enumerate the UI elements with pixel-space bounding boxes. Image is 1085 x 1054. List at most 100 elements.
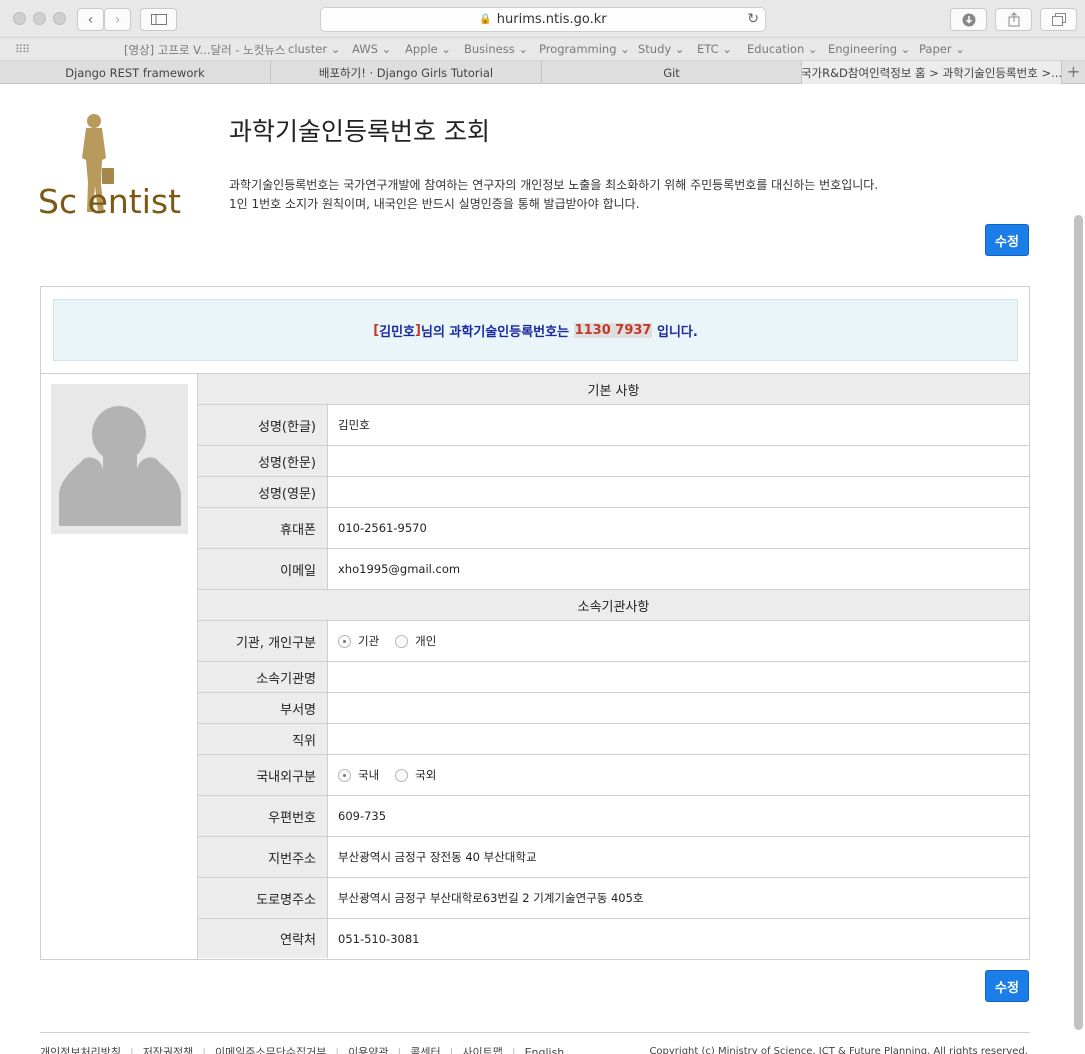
bookmark-folder-etc[interactable]: ETC ⌄ — [697, 42, 732, 56]
radio-label: 국외 — [415, 768, 437, 782]
page-title: 과학기술인등록번호 조회 — [229, 117, 490, 146]
registration-number: 1130 7937 — [573, 322, 653, 338]
row-phone: 휴대폰 010-2561-9570 — [198, 507, 1029, 548]
notice-end-text: 입니다. — [652, 324, 698, 340]
field-label: 휴대폰 — [198, 508, 328, 548]
row-dept: 부서명 — [198, 692, 1029, 723]
tab-bar: Django REST framework 배포하기! · Django Gir… — [0, 61, 1085, 84]
row-name-en: 성명(영문) — [198, 476, 1029, 507]
field-label: 성명(한글) — [198, 405, 328, 445]
minimize-window-button[interactable] — [33, 12, 46, 25]
dept-value — [328, 693, 1029, 723]
footer-link-callcenter[interactable]: 콜센터 — [410, 1046, 440, 1054]
share-button[interactable] — [995, 8, 1032, 31]
photo-column — [41, 373, 198, 960]
tab-ntis-active[interactable]: 국가R&D참여인력정보 홈 > 과학기술인등록번호 >... — [802, 61, 1062, 84]
bookmark-folder-apple[interactable]: Apple ⌄ — [405, 42, 451, 56]
bookmark-item[interactable]: [영상] 고프로 V...달러 - 노컷뉴스 — [124, 42, 285, 58]
page-description: 과학기술인등록번호는 국가연구개발에 참여하는 연구자의 개인정보 노출을 최소… — [229, 176, 878, 214]
close-window-button[interactable] — [13, 12, 26, 25]
domestic-radio-group: 국내 국외 — [328, 755, 1029, 795]
footer-separator: | — [511, 1046, 516, 1054]
footer-link-terms[interactable]: 이용약관 — [348, 1046, 388, 1054]
footer-link-privacy[interactable]: 개인정보처리방침 — [40, 1046, 121, 1054]
name-cn-value — [328, 446, 1029, 476]
bookmarks-grid-icon[interactable]: ⠿⠿ — [15, 43, 30, 56]
bookmark-folder-business[interactable]: Business ⌄ — [464, 42, 528, 56]
footer-separator: | — [335, 1046, 340, 1054]
row-name-kr: 성명(한글) 김민호 — [198, 404, 1029, 445]
url-text: hurims.ntis.go.kr — [496, 12, 607, 27]
org-name-value — [328, 662, 1029, 692]
field-label: 성명(한문) — [198, 446, 328, 476]
section-affiliation-header: 소속기관사항 — [198, 589, 1029, 620]
address-bar[interactable]: 🔒 hurims.ntis.go.kr ↻ — [320, 7, 766, 32]
row-email: 이메일 xho1995@gmail.com — [198, 548, 1029, 589]
footer-link-copyright[interactable]: 저작권정책 — [143, 1046, 194, 1054]
radio-domestic[interactable] — [338, 768, 351, 782]
field-label: 연락처 — [198, 919, 328, 958]
zoom-window-button[interactable] — [53, 12, 66, 25]
row-org-name: 소속기관명 — [198, 661, 1029, 692]
row-road-address: 도로명주소 부산광역시 금정구 부산대학로63번길 2 기계기술연구동 405호 — [198, 877, 1029, 918]
sidebar-icon — [150, 14, 167, 25]
tab-django-girls[interactable]: 배포하기! · Django Girls Tutorial — [271, 61, 542, 84]
bookmark-folder-engineering[interactable]: Engineering ⌄ — [828, 42, 910, 56]
bookmark-folder-aws[interactable]: AWS ⌄ — [352, 42, 391, 56]
field-label: 직위 — [198, 724, 328, 754]
name-kr-value: 김민호 — [338, 418, 370, 432]
user-name: 김민호 — [379, 324, 416, 340]
road-address-value: 부산광역시 금정구 부산대학로63번길 2 기계기술연구동 405호 — [338, 891, 644, 905]
footer-link-email-refusal[interactable]: 이메일주소무단수집거부 — [215, 1046, 326, 1054]
field-label: 부서명 — [198, 693, 328, 723]
section-title: 소속기관사항 — [577, 599, 650, 615]
new-tab-button[interactable]: + — [1062, 61, 1085, 84]
footer-separator: | — [202, 1046, 207, 1054]
radio-org-type-individual[interactable] — [395, 634, 409, 648]
copyright-text: Copyright (c) Ministry of Science, ICT &… — [649, 1046, 1028, 1054]
field-label: 지번주소 — [198, 837, 328, 877]
name-en-value — [328, 477, 1029, 507]
bookmark-folder-cluster[interactable]: cluster ⌄ — [288, 42, 340, 56]
scientist-logo: Sc entist — [38, 112, 198, 222]
edit-button-top[interactable]: 수정 — [985, 224, 1029, 256]
footer-divider — [40, 1032, 1030, 1033]
tab-git[interactable]: Git — [542, 61, 802, 84]
tab-overview-button[interactable] — [1040, 8, 1077, 31]
lock-icon: 🔒 — [479, 14, 492, 25]
bookmark-folder-education[interactable]: Education ⌄ — [747, 42, 818, 56]
reload-icon[interactable]: ↻ — [747, 11, 759, 27]
contact-value: 051-510-3081 — [338, 931, 420, 946]
row-domestic: 국내외구분 국내 국외 — [198, 754, 1029, 795]
tab-django-rest[interactable]: Django REST framework — [0, 61, 271, 84]
field-label: 국내외구분 — [198, 755, 328, 795]
info-table: 기본 사항 성명(한글) 김민호 성명(한문) 성명(영문) 휴대폰 010-2… — [198, 373, 1029, 958]
radio-label: 기관 — [358, 634, 380, 648]
radio-label: 개인 — [415, 634, 437, 648]
footer-link-sitemap[interactable]: 사이트맵 — [462, 1046, 502, 1054]
radio-overseas[interactable] — [395, 768, 409, 782]
bookmarks-bar: ⠿⠿ [영상] 고프로 V...달러 - 노컷뉴스 cluster ⌄ AWS … — [0, 38, 1085, 61]
forward-button[interactable]: › — [104, 8, 131, 31]
edit-button-bottom[interactable]: 수정 — [985, 970, 1029, 1002]
bookmark-folder-programming[interactable]: Programming ⌄ — [539, 42, 630, 56]
footer-links: 개인정보처리방침 | 저작권정책 | 이메일주소무단수집거부 | 이용약관 | 콜센터 | 사이트맵… — [40, 1044, 564, 1054]
footer-link-english[interactable]: English — [525, 1046, 565, 1054]
profile-photo — [51, 384, 188, 534]
logo-text: Sc entist — [38, 182, 182, 221]
tab-label: Django REST framework — [65, 65, 205, 80]
back-button[interactable]: ‹ — [77, 8, 104, 31]
bookmark-folder-study[interactable]: Study ⌄ — [638, 42, 685, 56]
row-position: 직위 — [198, 723, 1029, 754]
tab-label: Git — [663, 65, 680, 80]
registration-panel: [김민호] 님의 과학기술인등록번호는 1130 7937 입니다. 기본 사항 … — [40, 286, 1030, 960]
radio-label: 국내 — [358, 768, 380, 782]
bookmark-folder-paper[interactable]: Paper ⌄ — [919, 42, 965, 56]
radio-org-type-institution[interactable] — [338, 634, 351, 648]
sidebar-toggle-button[interactable] — [140, 8, 177, 31]
page-scrollbar[interactable] — [1074, 215, 1083, 1030]
field-label: 이메일 — [198, 549, 328, 589]
chevron-left-icon: ‹ — [87, 11, 94, 28]
downloads-button[interactable] — [950, 8, 987, 31]
field-label: 기관, 개인구분 — [198, 621, 328, 661]
